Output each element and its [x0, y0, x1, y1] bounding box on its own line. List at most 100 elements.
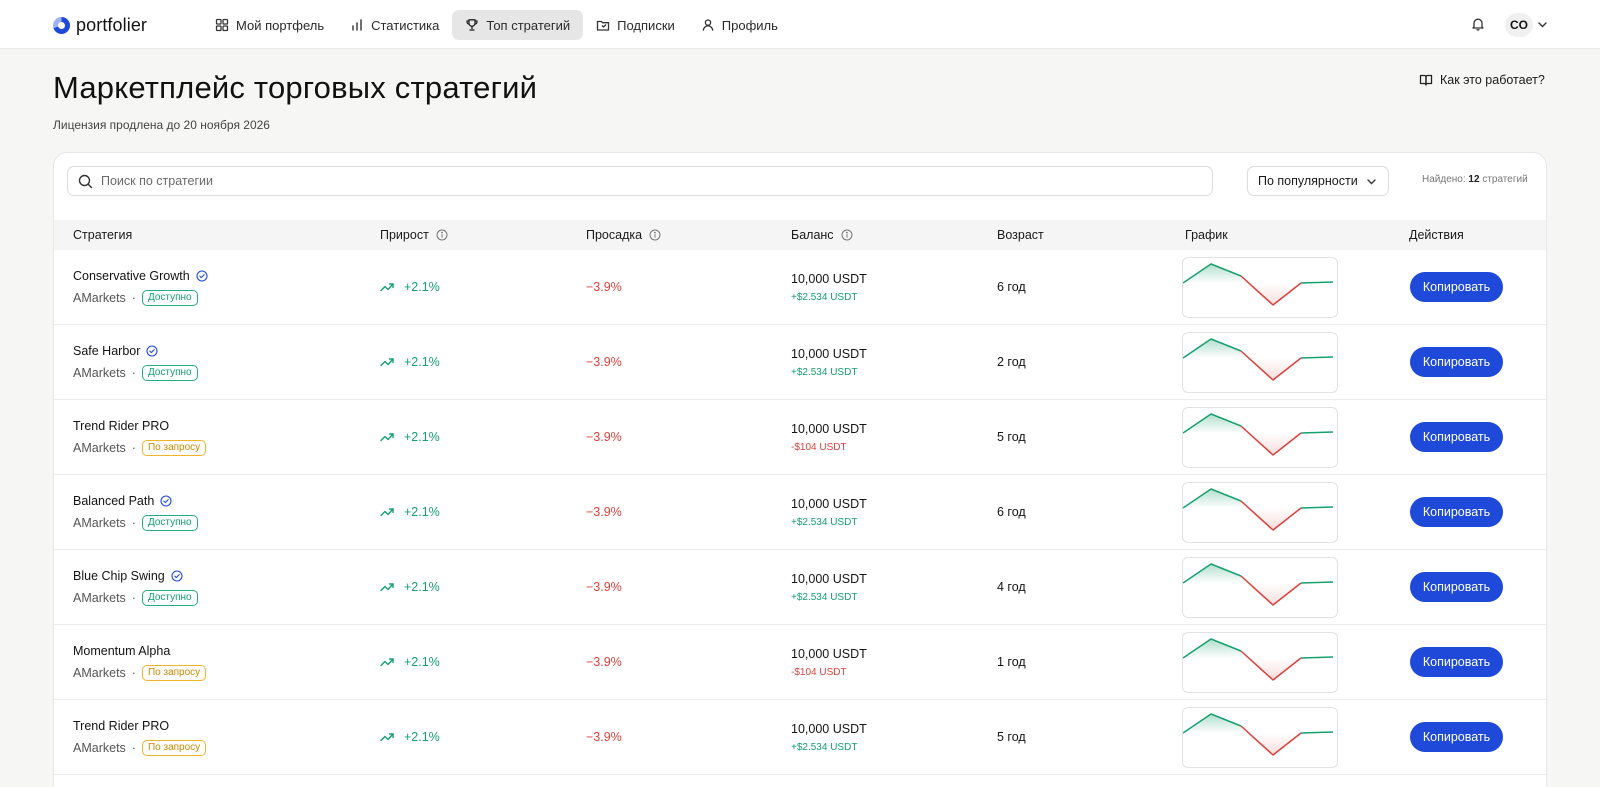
growth-value: +2.1% [404, 505, 440, 519]
strategy-name[interactable]: Conservative Growth [73, 269, 190, 283]
strategy-name-cell: Balanced Path [73, 494, 172, 508]
column-header-balance[interactable]: Баланс [791, 228, 853, 242]
book-icon [1419, 74, 1433, 86]
broker-name: AMarkets [73, 591, 126, 605]
sparkline-chart[interactable] [1182, 632, 1338, 693]
broker-name: AMarkets [73, 741, 126, 755]
column-header-strategy[interactable]: Стратегия [73, 228, 132, 242]
strategy-name[interactable]: Blue Chip Swing [73, 569, 165, 583]
logo[interactable]: portfolier [53, 14, 147, 36]
results-count-prefix: Найдено: [1422, 174, 1466, 185]
age-value: 5 год [997, 430, 1026, 444]
copy-strategy-button[interactable]: Копировать [1410, 272, 1503, 302]
balance-value: 10,000 USDT [791, 647, 867, 661]
column-header-chart: График [1185, 228, 1228, 242]
copy-strategy-button[interactable]: Копировать [1410, 422, 1503, 452]
trend-up-icon [380, 358, 394, 367]
growth-value: +2.1% [404, 430, 440, 444]
nav-item-statistics[interactable]: Статистика [337, 10, 452, 40]
bell-icon[interactable] [1471, 17, 1485, 31]
copy-strategy-button[interactable]: Копировать [1410, 347, 1503, 377]
growth-value: +2.1% [404, 580, 440, 594]
strategy-name-cell: Blue Chip Swing [73, 569, 183, 583]
balance-value: 10,000 USDT [791, 272, 867, 286]
column-header-label: Прирост [380, 228, 429, 242]
trend-up-icon [380, 658, 394, 667]
balance-value: 10,000 USDT [791, 572, 867, 586]
strategy-name[interactable]: Safe Harbor [73, 344, 140, 358]
nav-item-portfolio[interactable]: Мой портфель [202, 10, 337, 40]
broker-cell: AMarkets · Доступно [73, 290, 198, 306]
sparkline-svg [1183, 263, 1334, 306]
sparkline-chart[interactable] [1182, 332, 1338, 393]
results-count: Найдено: 12 стратегий [1422, 174, 1528, 185]
strategies-table-body: Conservative Growth AMarkets · Доступно … [54, 250, 1546, 775]
strategy-name[interactable]: Balanced Path [73, 494, 154, 508]
balance-value: 10,000 USDT [791, 347, 867, 361]
trend-up-icon [380, 583, 394, 592]
info-icon[interactable] [436, 229, 448, 241]
copy-strategy-button[interactable]: Копировать [1410, 722, 1503, 752]
balance-delta: -$104 USDT [791, 667, 847, 678]
strategy-name[interactable]: Momentum Alpha [73, 644, 170, 658]
user-icon [702, 19, 714, 31]
trophy-icon [466, 19, 479, 31]
info-icon[interactable] [841, 229, 853, 241]
nav-item-profile[interactable]: Профиль [688, 10, 791, 40]
sparkline-chart[interactable] [1182, 557, 1338, 618]
top-bar: portfolier Мой портфель Статистика Топ с… [0, 0, 1600, 49]
separator-dot: · [131, 366, 136, 380]
strategy-name[interactable]: Trend Rider PRO [73, 419, 169, 433]
broker-name: AMarkets [73, 441, 126, 455]
copy-strategy-button[interactable]: Копировать [1410, 572, 1503, 602]
drawdown-value: −3.9% [586, 355, 622, 369]
sparkline-chart[interactable] [1182, 407, 1338, 468]
bar-chart-icon [352, 19, 362, 31]
verified-badge-icon [196, 270, 208, 282]
column-header-label: Баланс [791, 228, 834, 242]
balance-value: 10,000 USDT [791, 722, 867, 736]
info-icon[interactable] [649, 229, 661, 241]
nav-item-subscriptions[interactable]: Подписки [583, 10, 688, 40]
logo-text: portfolier [76, 14, 148, 35]
separator-dot: · [131, 591, 136, 605]
status-badge: По запросу [141, 665, 207, 681]
column-header-growth[interactable]: Прирост [380, 228, 448, 242]
strategy-name[interactable]: Trend Rider PRO [73, 719, 169, 733]
separator-dot: · [131, 516, 136, 530]
sparkline-chart[interactable] [1182, 707, 1338, 768]
how-it-works-label: Как это работает? [1440, 73, 1545, 87]
drawdown-value: −3.9% [586, 730, 622, 744]
growth-value: +2.1% [404, 730, 440, 744]
column-header-age[interactable]: Возраст [997, 228, 1044, 242]
growth-cell: +2.1% [380, 280, 440, 294]
folder-icon [596, 20, 610, 31]
sparkline-svg [1183, 638, 1334, 681]
nav-item-top-strategies[interactable]: Топ стратегий [452, 10, 584, 40]
sort-select[interactable]: По популярности [1247, 166, 1389, 196]
table-row: Blue Chip Swing AMarkets · Доступно +2.1… [54, 550, 1546, 625]
copy-strategy-button[interactable]: Копировать [1410, 497, 1503, 527]
growth-value: +2.1% [404, 355, 440, 369]
sparkline-chart[interactable] [1182, 482, 1338, 543]
status-badge: По запросу [141, 740, 207, 756]
chevron-down-icon[interactable] [1537, 19, 1548, 30]
search-box[interactable] [67, 166, 1213, 196]
table-row: Trend Rider PRO AMarkets · По запросу +2… [54, 400, 1546, 475]
column-header-drawdown[interactable]: Просадка [586, 228, 661, 242]
chevron-down-icon [1367, 178, 1376, 184]
sort-select-value: По популярности [1258, 174, 1358, 188]
sparkline-svg [1183, 713, 1334, 756]
main-nav: Мой портфель Статистика Топ стратегий По… [202, 10, 791, 40]
broker-name: AMarkets [73, 291, 126, 305]
search-input[interactable] [101, 174, 1191, 188]
copy-strategy-button[interactable]: Копировать [1410, 647, 1503, 677]
sparkline-chart[interactable] [1182, 257, 1338, 318]
avatar[interactable]: CO [1505, 13, 1533, 37]
age-value: 6 год [997, 280, 1026, 294]
how-it-works-link[interactable]: Как это работает? [1419, 73, 1545, 87]
trend-up-icon [380, 508, 394, 517]
age-value: 6 год [997, 505, 1026, 519]
strategies-card: По популярности Найдено: 12 стратегий Ст… [53, 152, 1547, 787]
trend-up-icon [380, 733, 394, 742]
